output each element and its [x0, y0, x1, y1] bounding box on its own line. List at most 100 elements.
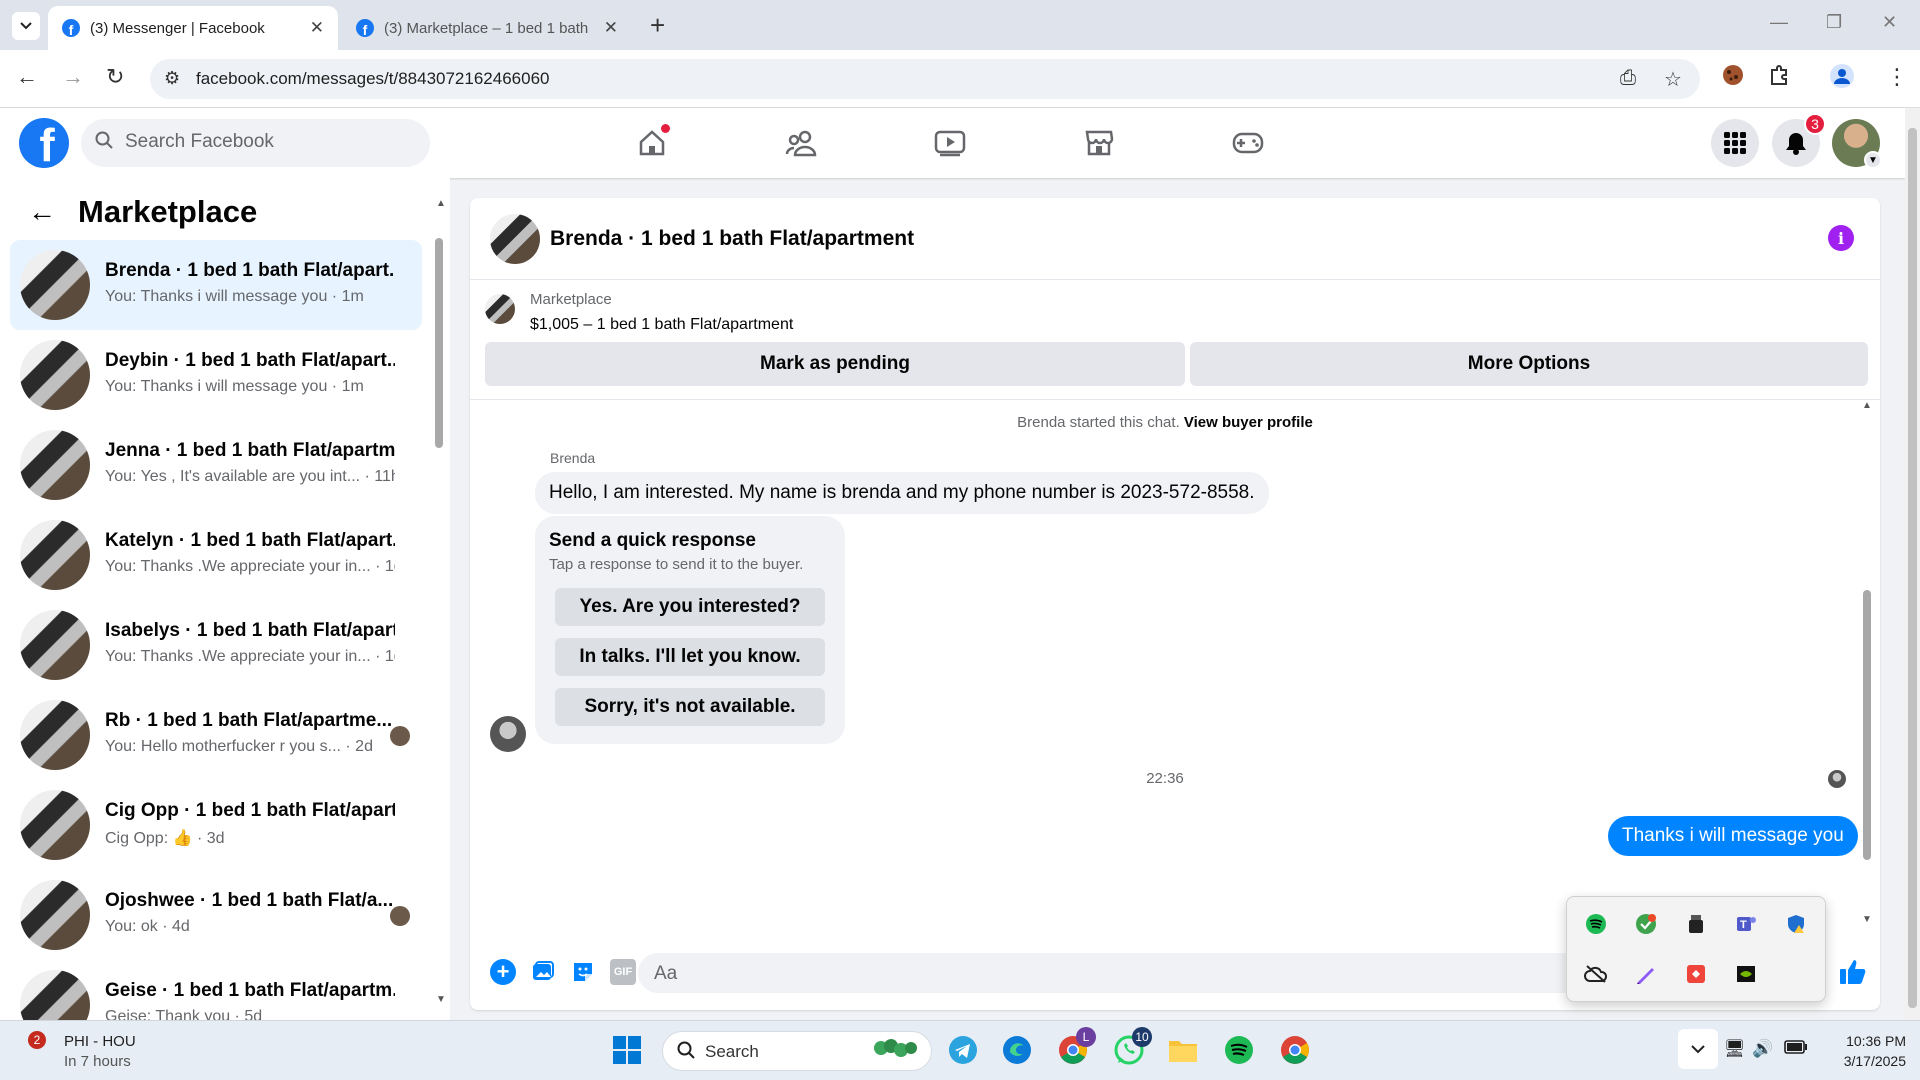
- start-button[interactable]: [610, 1033, 644, 1067]
- tab-marketplace[interactable]: f (3) Marketplace – 1 bed 1 bath ✕: [342, 6, 632, 50]
- back-button[interactable]: ←: [16, 64, 38, 90]
- facebook-search-input[interactable]: [125, 131, 415, 153]
- scroll-up-arrow-icon[interactable]: ▲: [1862, 400, 1872, 411]
- quick-response-option[interactable]: Yes. Are you interested?: [555, 588, 825, 626]
- telegram-taskbar-icon[interactable]: [946, 1033, 980, 1067]
- system-clock[interactable]: 10:36 PM 3/17/2025: [1826, 1031, 1906, 1071]
- spotify-taskbar-icon[interactable]: [1222, 1033, 1256, 1067]
- usb-drive-tray-icon[interactable]: [1683, 911, 1709, 937]
- conversation-item[interactable]: Deybin · 1 bed 1 bath Flat/apart... You:…: [10, 330, 422, 420]
- tab-search-dropdown[interactable]: [12, 12, 40, 40]
- conversation-item[interactable]: Cig Opp · 1 bed 1 bath Flat/apart... Cig…: [10, 780, 422, 870]
- listing-thumbnail[interactable]: [485, 294, 515, 324]
- tab-messenger[interactable]: f (3) Messenger | Facebook ✕: [48, 6, 338, 50]
- profile-icon[interactable]: [1830, 64, 1854, 94]
- thumbs-up-icon[interactable]: [1838, 957, 1868, 992]
- facebook-search[interactable]: [81, 119, 430, 167]
- chrome-profile-taskbar-icon[interactable]: L: [1056, 1027, 1096, 1067]
- nav-marketplace[interactable]: [1069, 122, 1129, 164]
- conversation-item[interactable]: Rb · 1 bed 1 bath Flat/apartme... You: H…: [10, 690, 422, 780]
- network-icon[interactable]: 🖥: [1724, 1039, 1746, 1059]
- listing-price[interactable]: $1,005 – 1 bed 1 bath Flat/apartment: [530, 316, 793, 334]
- conversation-list-scrollbar[interactable]: ▲ ▼: [434, 198, 446, 1008]
- conversation-list: Brenda · 1 bed 1 bath Flat/apart... You:…: [10, 240, 422, 1020]
- photo-attach-icon[interactable]: [530, 959, 556, 985]
- minimize-window-button[interactable]: —: [1770, 12, 1788, 33]
- pen-tray-icon[interactable]: [1633, 961, 1659, 987]
- chevron-down-icon: [20, 22, 32, 30]
- notifications-button[interactable]: 3: [1772, 113, 1826, 167]
- sticker-icon[interactable]: [570, 959, 596, 985]
- scroll-down-arrow-icon[interactable]: ▼: [436, 994, 446, 1005]
- close-window-button[interactable]: ✕: [1882, 12, 1897, 33]
- conversation-item[interactable]: Jenna · 1 bed 1 bath Flat/apartm... You:…: [10, 420, 422, 510]
- incoming-message-bubble[interactable]: Hello, I am interested. My name is brend…: [535, 472, 1269, 514]
- forward-button[interactable]: →: [62, 64, 84, 90]
- nav-home[interactable]: [622, 122, 682, 164]
- file-explorer-taskbar-icon[interactable]: [1166, 1033, 1200, 1067]
- scroll-up-arrow-icon[interactable]: ▲: [436, 198, 446, 209]
- conversation-item[interactable]: Brenda · 1 bed 1 bath Flat/apart... You:…: [10, 240, 422, 330]
- reload-button[interactable]: ↻: [106, 64, 124, 90]
- quick-response-option[interactable]: Sorry, it's not available.: [555, 688, 825, 726]
- more-options-button[interactable]: More Options: [1190, 342, 1868, 386]
- cloud-offline-tray-icon[interactable]: [1583, 961, 1609, 987]
- menu-button[interactable]: [1711, 119, 1759, 167]
- bookmark-star-icon[interactable]: ☆: [1664, 67, 1682, 92]
- security-check-tray-icon[interactable]: [1633, 911, 1659, 937]
- defender-warning-tray-icon[interactable]: [1783, 911, 1809, 937]
- browser-menu-icon[interactable]: ⋮: [1886, 64, 1908, 90]
- conversation-item[interactable]: Geise · 1 bed 1 bath Flat/apartm... Geis…: [10, 960, 422, 1020]
- new-tab-button[interactable]: +: [650, 10, 665, 41]
- conversation-item[interactable]: Ojoshwee · 1 bed 1 bath Flat/a... You: o…: [10, 870, 422, 960]
- nav-friends[interactable]: [771, 122, 831, 164]
- plus-icon[interactable]: +: [490, 959, 516, 985]
- scrollbar-thumb[interactable]: [1863, 590, 1871, 860]
- whatsapp-taskbar-icon[interactable]: 10: [1112, 1027, 1152, 1067]
- url-text[interactable]: facebook.com/messages/t/8843072162466060: [196, 69, 549, 89]
- nav-watch[interactable]: [920, 122, 980, 164]
- address-bar[interactable]: ⚙ facebook.com/messages/t/88430721624660…: [150, 59, 1700, 99]
- back-arrow-icon[interactable]: ←: [28, 196, 56, 228]
- account-avatar[interactable]: ▼: [1832, 119, 1882, 169]
- close-tab-icon[interactable]: ✕: [604, 18, 618, 38]
- volume-icon[interactable]: 🔊: [1752, 1039, 1773, 1059]
- cookie-extension-icon[interactable]: [1722, 64, 1744, 92]
- chat-listing-avatar[interactable]: [490, 214, 540, 264]
- nav-gaming[interactable]: [1218, 122, 1278, 164]
- chat-title[interactable]: Brenda · 1 bed 1 bath Flat/apartment: [550, 227, 914, 251]
- chrome-taskbar-icon[interactable]: [1278, 1033, 1312, 1067]
- info-icon[interactable]: i: [1828, 225, 1854, 251]
- thread-scrollbar[interactable]: ▲ ▼: [1860, 400, 1874, 930]
- facebook-logo-icon[interactable]: f: [19, 118, 69, 168]
- taskbar-search[interactable]: Search: [662, 1031, 932, 1071]
- view-buyer-profile-link[interactable]: View buyer profile: [1184, 414, 1313, 431]
- anydesk-tray-icon[interactable]: [1683, 961, 1709, 987]
- conversation-item[interactable]: Isabelys · 1 bed 1 bath Flat/apart... Yo…: [10, 600, 422, 690]
- scrollbar-thumb[interactable]: [435, 238, 443, 448]
- close-tab-icon[interactable]: ✕: [310, 18, 324, 38]
- show-hidden-icons-button[interactable]: [1678, 1029, 1718, 1069]
- message-input[interactable]: [654, 963, 1254, 985]
- page-scrollbar[interactable]: [1905, 108, 1920, 1020]
- gif-icon[interactable]: GIF: [610, 959, 636, 985]
- listing-thumbnail: [20, 340, 90, 410]
- mark-as-pending-button[interactable]: Mark as pending: [485, 342, 1185, 386]
- site-info-icon[interactable]: ⚙: [164, 68, 180, 89]
- spotify-tray-icon[interactable]: [1583, 911, 1609, 937]
- scroll-down-arrow-icon[interactable]: ▼: [1862, 914, 1872, 925]
- conversation-item[interactable]: Katelyn · 1 bed 1 bath Flat/apart... You…: [10, 510, 422, 600]
- conversation-name: Jenna · 1 bed 1 bath Flat/apartm...: [105, 440, 395, 461]
- edge-taskbar-icon[interactable]: [1000, 1033, 1034, 1067]
- scrollbar-thumb[interactable]: [1908, 128, 1917, 1008]
- extensions-puzzle-icon[interactable]: [1768, 64, 1790, 92]
- nvidia-tray-icon[interactable]: [1733, 961, 1759, 987]
- outgoing-message-bubble[interactable]: Thanks i will message you: [1608, 816, 1858, 856]
- buyer-avatar[interactable]: [490, 716, 526, 752]
- install-app-icon[interactable]: ⎙: [1620, 67, 1636, 90]
- conversation-preview: You: Hello motherfucker r you s... · 2d: [105, 738, 373, 755]
- battery-icon[interactable]: [1784, 1039, 1808, 1059]
- teams-tray-icon[interactable]: T: [1733, 911, 1759, 937]
- restore-window-button[interactable]: ❐: [1826, 12, 1842, 33]
- quick-response-option[interactable]: In talks. I'll let you know.: [555, 638, 825, 676]
